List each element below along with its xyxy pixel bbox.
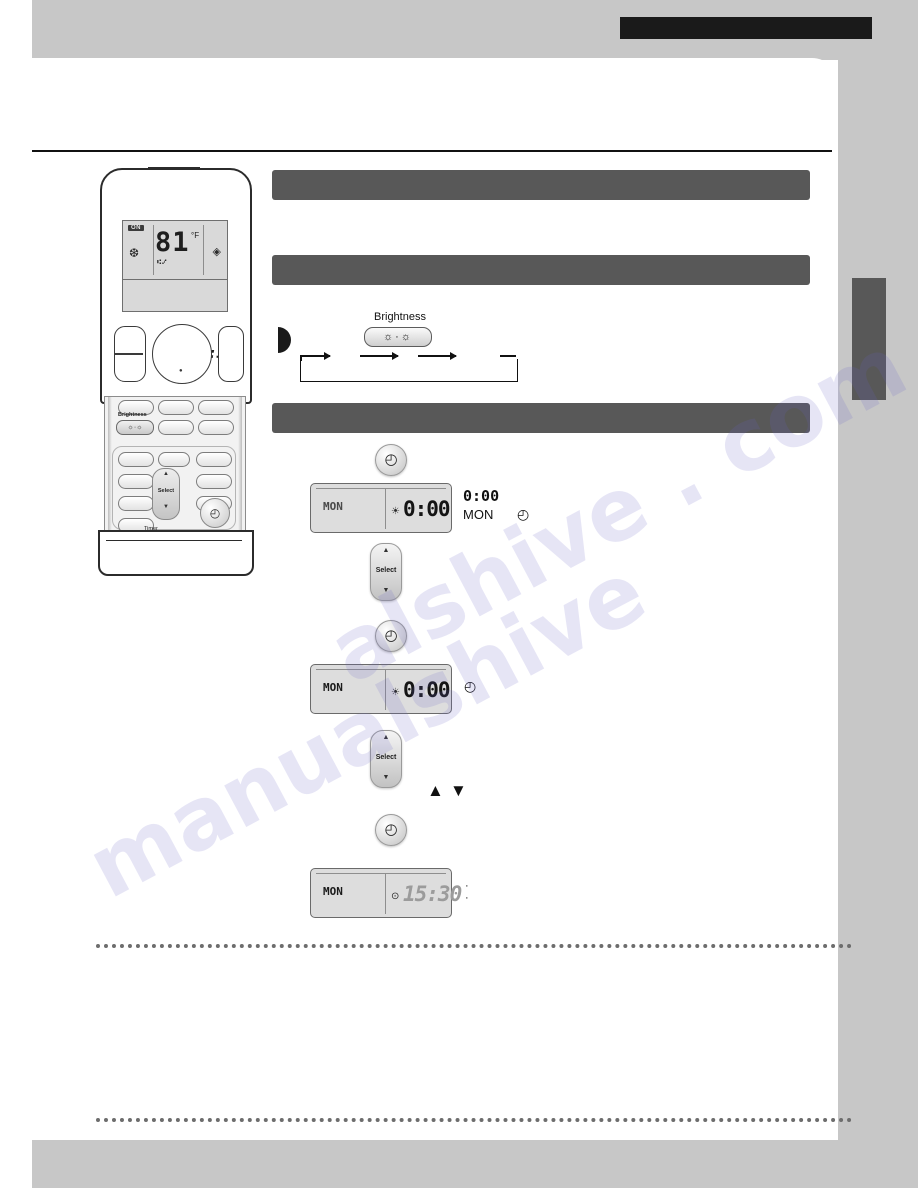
step1-note-time: 0:00 <box>463 487 500 505</box>
step4-note-up-arrow-icon: ▲ <box>427 781 444 800</box>
page-right-gray-band <box>838 0 918 1140</box>
pad-key-r3c3[interactable] <box>196 452 232 467</box>
step3-lcd-value: 0:00 <box>403 678 451 702</box>
step5-lcd-icon: ⊙ <box>391 891 400 902</box>
header-black-bar <box>620 17 872 39</box>
step4-note-down-arrow-icon: ▼ <box>450 781 467 800</box>
dotted-divider-middle <box>96 944 852 948</box>
step5-clock-button[interactable]: ◴ <box>375 814 407 846</box>
step1-lcd-panel: MON ☀ 0:00 <box>310 483 452 533</box>
header-horizontal-rule <box>32 150 832 152</box>
step1-note-day: MON <box>463 507 494 522</box>
step3-lcd-top-rule <box>316 669 446 670</box>
step2-select-down-arrow-icon[interactable]: ▼ <box>371 584 401 598</box>
remote-split-key-divider <box>115 353 143 355</box>
step1-lcd-day: MON <box>323 500 343 513</box>
pad-key-r1c3[interactable] <box>198 400 234 415</box>
remote-lcd-display: ON ❆ 81 °F ⑆⑇ ◈ MON ⊙ 15:30 <box>122 220 234 362</box>
lcd-on-badge: ON <box>128 225 144 231</box>
step5-lcd-day: MON <box>323 885 343 898</box>
step1-lcd-icon: ☀ <box>391 506 400 517</box>
brightness-cycle-loop-right-stub <box>500 355 516 357</box>
step5-lcd-divider <box>385 874 386 914</box>
remote-lcd-upper-zone: ON ❆ 81 °F ⑆⑇ ◈ <box>123 221 227 280</box>
brightness-cycle-loop-box <box>300 359 518 382</box>
pad-key-r1c2[interactable] <box>158 400 194 415</box>
fan-speed-icon: ⑆⑇ <box>157 259 168 266</box>
pad-key-r2c3[interactable] <box>198 420 234 435</box>
snowflake-icon: ❆ <box>129 246 140 260</box>
lcd-temp-unit: °F <box>191 231 200 240</box>
brightness-demo-button[interactable]: ☼·☼ <box>364 327 432 347</box>
brightness-cycle-arrow-2 <box>360 352 399 359</box>
step5-note-dots: · · <box>465 880 469 905</box>
chapter-side-tab <box>852 278 886 400</box>
step1-clock-button[interactable]: ◴ <box>375 444 407 476</box>
pad-key-r4c3[interactable] <box>196 474 232 489</box>
select-button-label: Select <box>157 488 175 494</box>
pad-key-r3c2[interactable] <box>158 452 190 467</box>
lcd-temperature: 81 <box>155 227 190 258</box>
brightness-demo-label: Brightness <box>374 311 426 323</box>
remote-base-stand <box>98 530 254 576</box>
brightness-cycle-arrow-1 <box>302 352 331 359</box>
step3-clock-button[interactable]: ◴ <box>375 620 407 652</box>
section-heading-bar-1 <box>272 170 810 200</box>
remote-clock-button[interactable]: ◴ <box>200 498 230 528</box>
remote-brightness-label: Brightness <box>118 412 147 418</box>
pad-key-r2c2[interactable] <box>158 420 194 435</box>
remote-power-dial-dot: ● <box>179 368 183 374</box>
remote-control-illustration: ON ❆ 81 °F ⑆⑇ ◈ MON ⊙ 15:30 ● Brightness… <box>96 167 256 578</box>
pad-key-r3c1[interactable] <box>118 452 154 467</box>
section-heading-bar-3 <box>272 403 810 433</box>
section-heading-bar-2 <box>272 255 810 285</box>
pad-key-r4c1[interactable] <box>118 474 154 489</box>
step2-select-up-arrow-icon[interactable]: ▲ <box>371 544 401 558</box>
dotted-divider-bottom <box>96 1118 852 1122</box>
step4-select-label: Select <box>375 754 397 761</box>
step1-lcd-divider <box>385 489 386 529</box>
remote-power-dial[interactable] <box>152 324 212 384</box>
step2-select-label: Select <box>375 567 397 574</box>
select-down-arrow-icon[interactable]: ▼ <box>153 502 179 513</box>
step5-lcd-top-rule <box>316 873 446 874</box>
lcd-divider-left <box>153 225 154 275</box>
select-up-arrow-icon[interactable]: ▲ <box>153 469 179 480</box>
step1-lcd-value: 0:00 <box>403 497 451 521</box>
step2-select-button[interactable]: ▲ Select ▼ <box>370 543 402 601</box>
step1-note-clock-icon: ◴ <box>517 506 530 522</box>
swing-icon: ◈ <box>212 246 221 258</box>
step4-select-up-arrow-icon[interactable]: ▲ <box>371 731 401 745</box>
step3-lcd-icon: ☀ <box>391 687 400 698</box>
step5-lcd-value: 15:30 <box>403 882 462 906</box>
step3-note-clock-icon: ◴ <box>464 678 477 694</box>
brightness-cycle-arrow-3 <box>418 352 457 359</box>
step1-lcd-top-rule <box>316 488 446 489</box>
pad-key-r5c1[interactable] <box>118 496 154 511</box>
step4-select-button[interactable]: ▲ Select ▼ <box>370 730 402 788</box>
remote-base-line <box>106 540 242 541</box>
step4-select-down-arrow-icon[interactable]: ▼ <box>371 771 401 785</box>
remote-lcd-lower-zone: MON ⊙ 15:30 <box>123 280 234 362</box>
step5-lcd-panel: MON ⊙ 15:30 <box>310 868 462 918</box>
remote-select-button[interactable]: ▲ Select ▼ <box>152 468 180 520</box>
step1-note-value: 0:00 <box>463 486 499 506</box>
remote-right-key[interactable] <box>218 326 244 382</box>
remote-brightness-button[interactable]: ☼·☼ <box>116 420 154 435</box>
step3-lcd-panel: MON ☀ 0:00 <box>310 664 452 714</box>
step3-lcd-divider <box>385 670 386 710</box>
step3-lcd-day: MON <box>323 681 343 694</box>
remote-top-notch <box>148 167 200 170</box>
lcd-divider-right <box>203 225 204 275</box>
page-bottom-gray-band <box>32 1140 918 1188</box>
